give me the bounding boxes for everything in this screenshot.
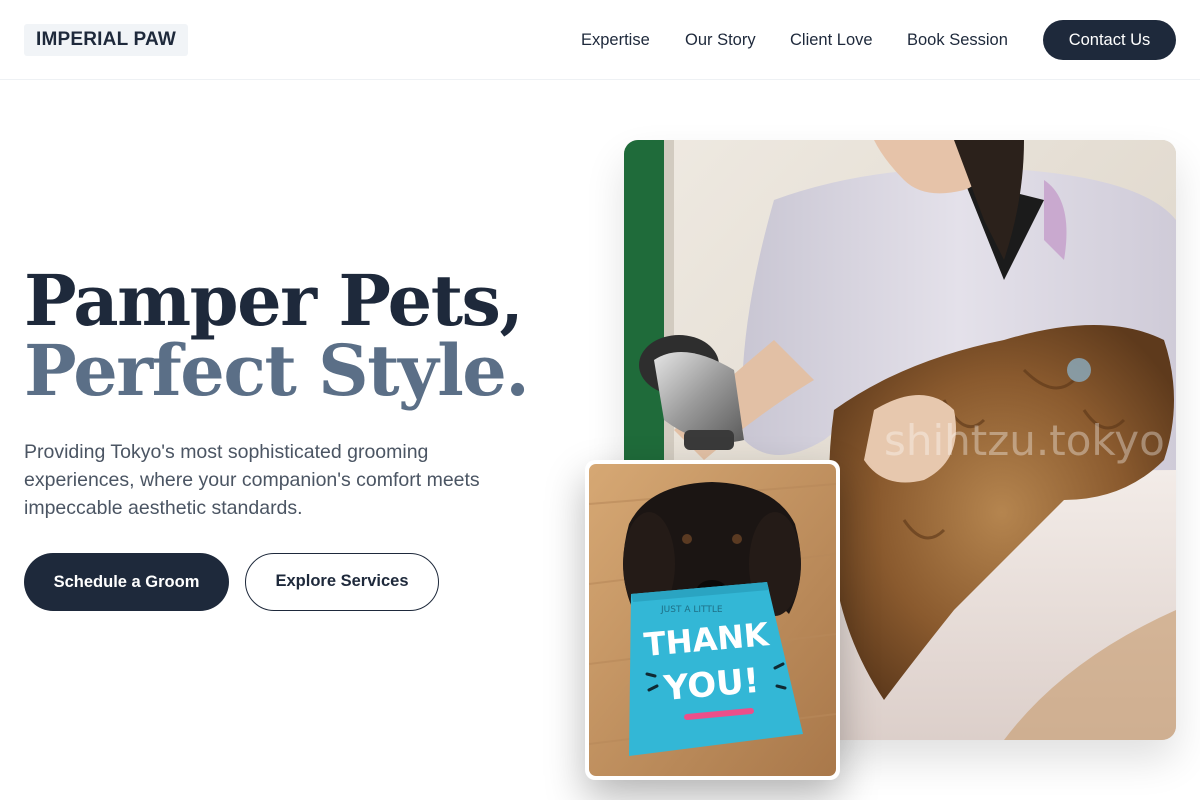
nav-link-book-session[interactable]: Book Session [907, 30, 1008, 50]
nav-link-client-love[interactable]: Client Love [790, 30, 873, 50]
card-text-you: YOU! [661, 661, 761, 709]
nav-link-our-story[interactable]: Our Story [685, 30, 756, 50]
photo-watermark: shihtzu.tokyo [884, 416, 1165, 465]
schedule-groom-button[interactable]: Schedule a Groom [24, 553, 229, 611]
headline-line-1: Pamper Pets, [24, 259, 524, 342]
thank-you-illustration: JUST A LITTLE THANK YOU! [589, 464, 836, 776]
site-header: IMPERIAL PAW Expertise Our Story Client … [0, 0, 1200, 80]
explore-services-button[interactable]: Explore Services [245, 553, 439, 611]
hero-subtext: Providing Tokyo's most sophisticated gro… [24, 441, 480, 519]
brand-logo[interactable]: IMPERIAL PAW [24, 24, 188, 56]
contact-us-button[interactable]: Contact Us [1043, 20, 1176, 60]
card-small-text: JUST A LITTLE [660, 605, 723, 615]
headline-line-2: Perfect Style. [24, 329, 530, 412]
thank-you-dog-image: JUST A LITTLE THANK YOU! [589, 464, 836, 776]
nav-link-expertise[interactable]: Expertise [581, 30, 650, 50]
hero-headline: Pamper Pets, Perfect Style. [24, 266, 564, 406]
thank-you-dog-photo: JUST A LITTLE THANK YOU! [585, 460, 840, 780]
